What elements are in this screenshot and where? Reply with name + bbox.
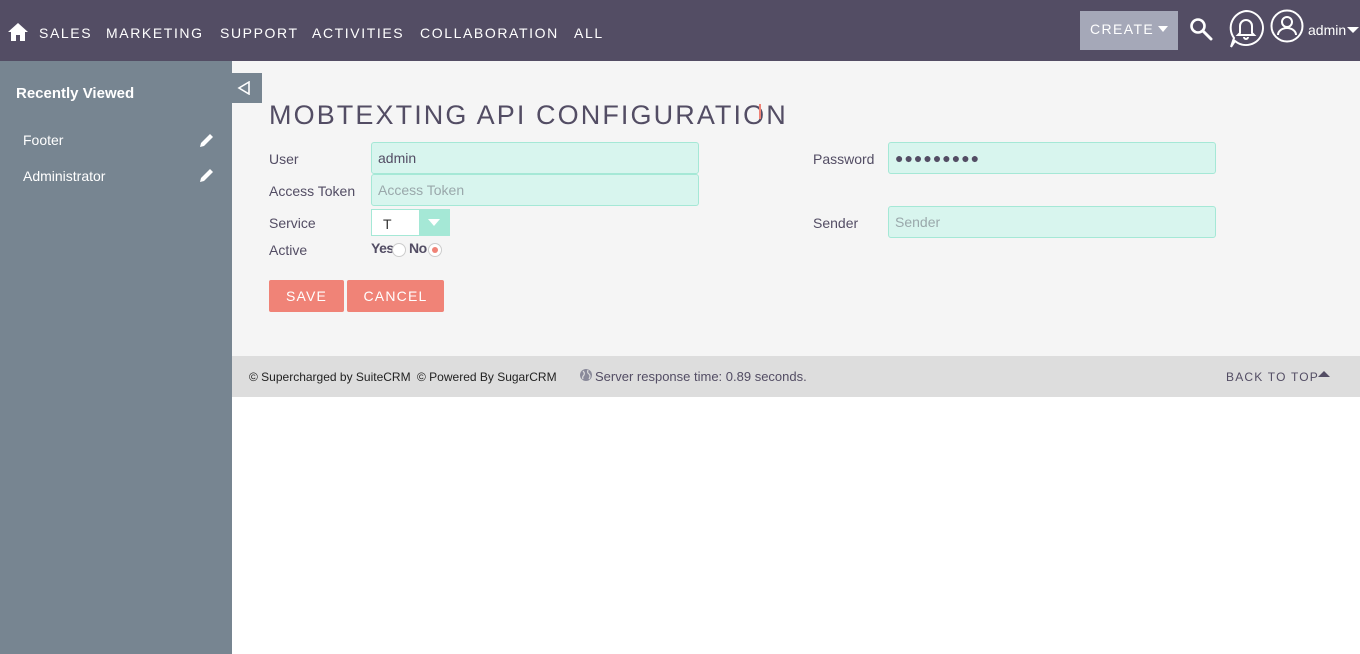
pencil-icon[interactable]	[199, 132, 215, 148]
user-field[interactable]	[371, 142, 699, 174]
sender-field[interactable]	[888, 206, 1216, 238]
cancel-button[interactable]: CANCEL	[347, 280, 444, 312]
nav-sales[interactable]: SALES	[39, 25, 92, 41]
sender-label: Sender	[813, 215, 859, 231]
create-button[interactable]: CREATE	[1080, 11, 1178, 50]
pencil-icon[interactable]	[199, 167, 215, 183]
service-select-value: T	[383, 216, 392, 232]
footer: © Supercharged by SuiteCRM © Powered By …	[232, 356, 1360, 397]
password-field[interactable]: ●●●●●●●●●	[888, 142, 1216, 174]
search-icon[interactable]	[1189, 17, 1213, 41]
service-select-toggle[interactable]	[419, 210, 449, 235]
service-select[interactable]: T	[371, 209, 450, 236]
chevron-up-icon[interactable]	[1318, 371, 1330, 377]
bell-icon[interactable]	[1227, 9, 1265, 49]
powered-by-link[interactable]: © Powered By SugarCRM	[417, 370, 557, 384]
password-label: Password	[813, 151, 875, 167]
active-no-label: No	[409, 240, 427, 256]
server-response-time: Server response time: 0.89 seconds.	[595, 369, 807, 384]
chevron-down-icon	[1158, 26, 1168, 32]
access-token-label: Access Token	[269, 183, 356, 199]
active-yes-label: Yes	[371, 240, 394, 256]
back-to-top-link[interactable]: BACK TO TOP	[1226, 370, 1319, 384]
create-label: CREATE	[1090, 21, 1155, 37]
access-token-field[interactable]	[371, 174, 699, 206]
home-icon[interactable]	[7, 22, 29, 42]
user-icon[interactable]	[1270, 9, 1304, 43]
radio-selected-dot	[432, 247, 438, 253]
triangle-left-icon	[237, 81, 250, 95]
user-label: User	[269, 151, 299, 167]
user-menu-label[interactable]: admin	[1308, 22, 1346, 38]
page-bottom-area	[232, 397, 1360, 654]
nav-collaboration[interactable]: COLLABORATION	[420, 25, 559, 41]
page-title: MOBTEXTING API CONFIGURATION	[269, 100, 788, 130]
title-marker	[759, 104, 761, 119]
top-navbar: SALES MARKETING SUPPORT ACTIVITIES COLLA…	[0, 0, 1360, 61]
active-yes-radio[interactable]	[392, 243, 406, 257]
active-label: Active	[269, 242, 308, 258]
supercharged-link[interactable]: © Supercharged by SuiteCRM	[249, 370, 411, 384]
service-label: Service	[269, 215, 316, 231]
nav-activities[interactable]: ACTIVITIES	[312, 25, 404, 41]
sidebar: Recently Viewed Footer Administrator	[0, 61, 232, 654]
nav-support[interactable]: SUPPORT	[220, 25, 299, 41]
sidebar-title: Recently Viewed	[16, 85, 135, 102]
recent-item-footer[interactable]: Footer	[23, 132, 63, 148]
globe-icon	[580, 369, 592, 381]
chevron-down-icon	[428, 219, 440, 226]
sidebar-collapse-button[interactable]	[232, 73, 262, 103]
save-button[interactable]: SAVE	[269, 280, 344, 312]
active-no-radio[interactable]	[428, 243, 442, 257]
nav-all[interactable]: ALL	[574, 25, 604, 41]
chevron-down-icon[interactable]	[1347, 27, 1359, 33]
nav-marketing[interactable]: MARKETING	[106, 25, 204, 41]
recent-item-administrator[interactable]: Administrator	[23, 168, 105, 184]
